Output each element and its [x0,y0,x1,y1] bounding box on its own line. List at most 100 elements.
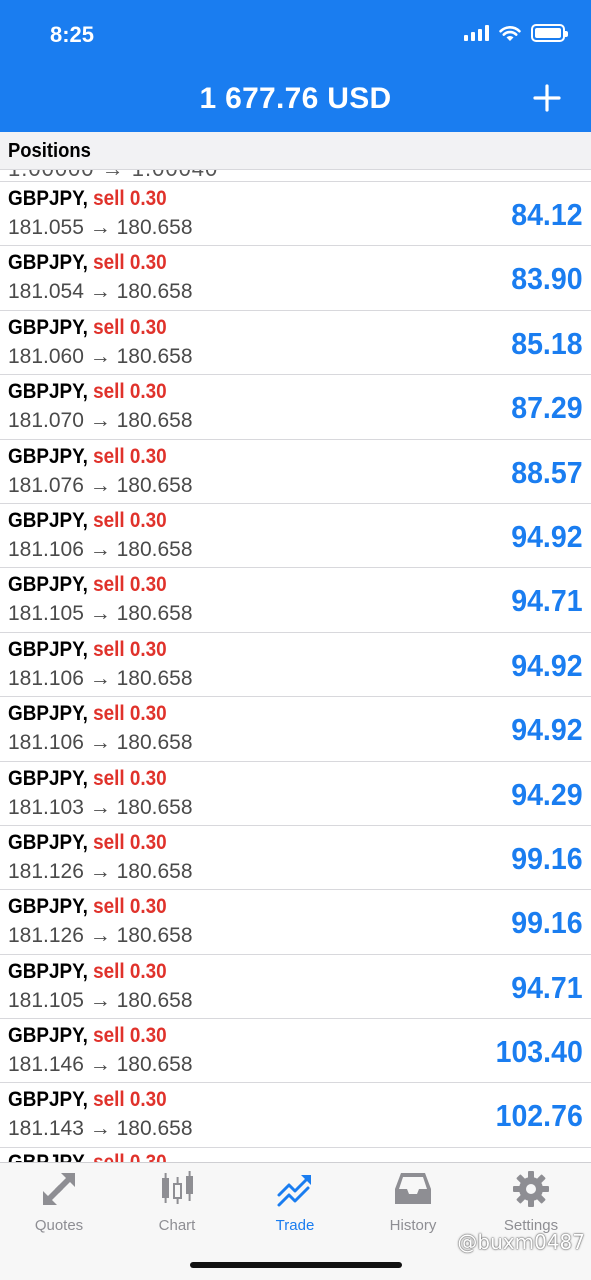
position-row[interactable]: GBPJPY, sell 0.30 181.146 → 180.658 103.40 [0,1019,591,1084]
open-price: 181.106 [8,666,84,690]
position-row[interactable]: GBPJPY, sell 0.30 181.103 → 180.658 94.29 [0,761,591,826]
open-price: 181.106 [8,537,84,561]
tab-trade[interactable]: Trade [236,1169,354,1239]
position-profit: 83.90 [511,261,583,297]
new-order-button[interactable] [531,80,563,116]
position-profit: 87.29 [511,390,583,426]
arrow-icon: → [89,795,111,819]
current-price: 180.658 [116,731,193,755]
position-row[interactable]: GBPJPY, sell 0.30 181.106 → 180.658 94.92 [0,632,591,698]
position-row[interactable]: GBPJPY, sell 0.30 181.060 → 180.658 85.18 [0,310,591,376]
trade-icon [277,1175,311,1207]
cellular-signal-icon [464,25,489,41]
position-prices: 181.106 → 180.658 [8,538,193,562]
position-side: sell 0.30 [93,702,167,726]
position-prices: 181.070 → 180.658 [8,409,193,433]
position-prices: 181.105 → 180.658 [8,989,193,1013]
chart-icon [162,1171,193,1204]
position-row[interactable]: GBPJPY, sell 0.30 181.106 → 180.658 94.92 [0,503,591,569]
position-row[interactable]: GBPJPY, sell 0.30 181.105 → 180.658 94.71 [0,568,591,633]
position-profit: 99.16 [511,905,583,941]
arrow-icon: → [89,731,111,755]
position-side: sell 0.30 [93,1088,167,1112]
position-side: sell 0.30 [93,573,167,597]
position-prices: 181.054 → 180.658 [8,280,193,304]
tab-chart[interactable]: Chart [118,1169,236,1239]
position-side: sell 0.30 [93,959,167,983]
arrow-icon: → [89,859,111,883]
position-symbol-line: GBPJPY, sell 0.30 [8,573,167,597]
position-symbol-line: GBPJPY, sell 0.30 [8,638,167,662]
current-price: 180.658 [116,1053,193,1077]
position-prices: 181.146 → 180.658 [8,1053,193,1077]
position-row[interactable]: GBPJPY, sell 0.30 181.126 → 180.658 99.16 [0,825,591,891]
position-symbol: GBPJPY, [8,702,88,726]
position-side: sell 0.30 [93,766,167,790]
home-indicator[interactable] [190,1262,402,1268]
current-price: 180.658 [116,988,193,1012]
position-symbol-line: GBPJPY, sell 0.30 [8,831,167,855]
position-side: sell 0.30 [93,315,167,339]
open-price: 181.055 [8,216,84,239]
position-side: sell 0.30 [93,444,167,468]
position-profit: 94.29 [511,776,583,812]
arrow-icon: → [89,473,111,497]
position-symbol: GBPJPY, [8,444,88,468]
watermark-text: @buxm0487 [457,1230,585,1254]
arrow-icon: → [89,216,111,239]
open-price: 181.105 [8,602,84,626]
position-symbol: GBPJPY, [8,959,88,983]
current-price: 180.658 [116,602,193,626]
section-title: Positions [8,140,91,162]
open-price: 181.105 [8,988,84,1012]
position-rows: GBPJPY, sell 0.30 181.055 → 180.658 84.12 G… [0,182,591,1148]
position-row[interactable]: GBPJPY, sell 0.30 181.105 → 180.658 94.71 [0,954,591,1020]
partial-position-row[interactable]: 1.00000 → 1.00040 [0,170,591,182]
current-price: 180.658 [116,1117,193,1141]
wifi-icon [499,25,521,41]
arrow-icon: → [89,666,111,690]
position-row[interactable]: GBPJPY, sell 0.30 181.076 → 180.658 88.57 [0,439,591,504]
open-price: 181.126 [8,924,84,948]
positions-section-header: Positions [0,132,591,170]
position-row[interactable]: GBPJPY, sell 0.30 181.126 → 180.658 99.16 [0,890,591,955]
app-header: 8:25 1 677.76 USD [0,0,591,132]
arrow-icon: → [89,988,111,1012]
current-price: 180.658 [116,409,193,433]
position-side: sell 0.30 [93,508,167,532]
position-side: sell 0.30 [93,187,167,210]
position-symbol-line: GBPJPY, sell 0.30 [8,1024,167,1048]
current-price: 180.658 [116,473,193,497]
position-row[interactable]: GBPJPY, sell 0.30 181.106 → 180.658 94.92 [0,697,591,762]
position-symbol-line: GBPJPY, sell 0.30 [8,380,167,404]
position-row[interactable]: GBPJPY, sell 0.30 181.070 → 180.658 87.29 [0,375,591,440]
open-price: 181.070 [8,409,84,433]
position-row[interactable]: GBPJPY, sell 0.30 181.055 → 180.658 84.12 [0,182,591,247]
arrow-icon: → [89,280,111,304]
position-symbol: GBPJPY, [8,1024,88,1048]
arrow-icon: → [89,344,111,368]
arrow-icon: → [89,1053,111,1077]
tab-quotes[interactable]: Quotes [0,1169,118,1239]
open-price: 181.076 [8,473,84,497]
partial-row-prices: 1.00000 → 1.00040 [8,170,218,181]
position-prices: 181.126 → 180.658 [8,860,193,884]
open-price: 181.106 [8,731,84,755]
status-icons [464,24,568,42]
tab-history[interactable]: History [354,1169,472,1239]
position-symbol: GBPJPY, [8,251,88,275]
open-price: 181.060 [8,344,84,368]
position-prices: 181.055 → 180.658 [8,216,193,240]
positions-list[interactable]: 1.00000 → 1.00040 GBPJPY, sell 0.30 181.0… [0,170,591,1162]
position-prices: 181.143 → 180.658 [8,1117,193,1141]
current-price: 180.658 [116,795,193,819]
tab-settings[interactable]: Settings [472,1169,590,1239]
partial-position-row-bottom[interactable]: GBPJPY, sell 0.30 [0,1146,591,1162]
position-row[interactable]: GBPJPY, sell 0.30 181.143 → 180.658 102.76 [0,1083,591,1148]
position-profit: 94.92 [511,712,583,748]
position-side: sell 0.30 [93,1151,167,1162]
position-row[interactable]: GBPJPY, sell 0.30 181.054 → 180.658 83.90 [0,246,591,311]
position-profit: 94.92 [511,647,583,683]
position-profit: 99.16 [511,840,583,876]
position-symbol-line: GBPJPY, sell 0.30 [8,702,167,726]
